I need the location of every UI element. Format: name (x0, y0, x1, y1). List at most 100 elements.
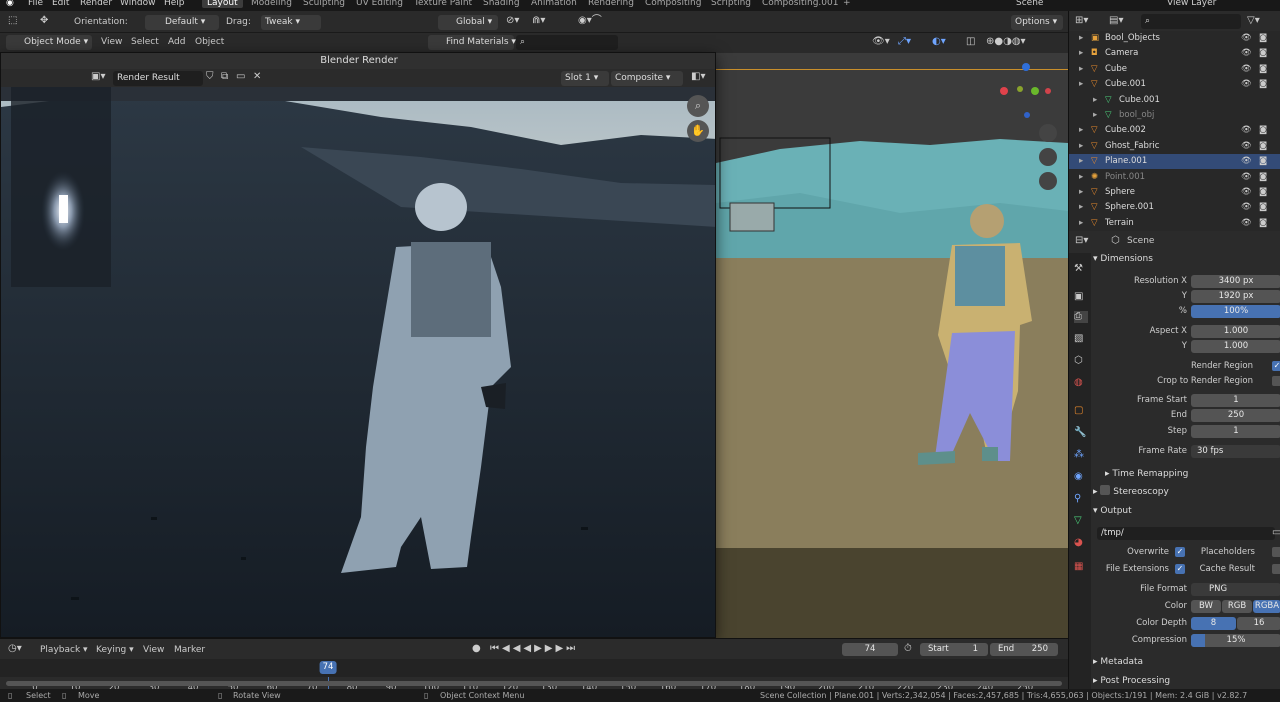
expand-toggle-icon[interactable]: ▸ (1079, 46, 1083, 61)
output-tab-icon[interactable]: ⎙ (1074, 311, 1088, 323)
pass-dropdown[interactable]: Composite ▾ (611, 71, 683, 86)
expand-toggle-icon[interactable]: ▸ (1079, 139, 1083, 154)
record-icon[interactable]: ● (472, 643, 481, 655)
visibility-eye-icon[interactable]: 👁 (1241, 139, 1252, 154)
workspace-tab-rendering[interactable]: Rendering (588, 0, 634, 8)
transform-orientation-dropdown[interactable]: Global ▾ (438, 15, 498, 30)
slot-dropdown[interactable]: Slot 1 ▾ (561, 71, 609, 86)
scene-tab-icon[interactable]: ⬡ (1074, 355, 1083, 367)
image-name-field[interactable]: Render Result (113, 71, 203, 86)
proportional-edit-icon[interactable]: ◉▾⌒ (578, 15, 602, 27)
timeline-menu-view[interactable]: View (143, 645, 164, 655)
render-visibility-icon[interactable]: ◙ (1259, 123, 1267, 138)
constraints-tab-icon[interactable]: ⚲ (1074, 493, 1081, 505)
visibility-eye-icon[interactable]: 👁 (1241, 62, 1252, 77)
expand-toggle-icon[interactable]: ▸ (1079, 62, 1083, 77)
outliner-row[interactable]: ▸ ▽ Cube.001 (1069, 93, 1280, 108)
visibility-eye-icon[interactable]: 👁 (1241, 154, 1252, 169)
render-image[interactable]: ⌕ ✋ (1, 87, 715, 637)
options-dropdown[interactable]: Options ▾ (1011, 15, 1063, 30)
timeline-menu-marker[interactable]: Marker (174, 645, 205, 655)
properties-editor-type-icon[interactable]: ⊟▾ (1075, 235, 1088, 247)
workspace-tab-texture-paint[interactable]: Texture Paint (414, 0, 472, 8)
frame-ruler[interactable]: 0 10 20 30 40 50 60 70 74 80 90 100 110 … (0, 659, 1068, 693)
workspace-tab-sculpting[interactable]: Sculpting (303, 0, 345, 8)
pivot-point-icon[interactable]: ⊘▾ (506, 15, 519, 27)
visibility-eye-icon[interactable]: 👁 (1241, 31, 1252, 46)
cache-result-checkbox[interactable] (1272, 564, 1280, 574)
visibility-eye-icon[interactable]: 👁 (1241, 46, 1252, 61)
stereoscopy-checkbox[interactable] (1100, 485, 1111, 495)
material-tab-icon[interactable]: ◕ (1074, 537, 1083, 549)
overlay-toggle-icon[interactable]: ◐▾ (932, 36, 946, 48)
view-object-types-icon[interactable]: 👁▾ (872, 36, 890, 48)
expand-toggle-icon[interactable]: ▸ (1093, 108, 1097, 123)
menu-view[interactable]: View (101, 37, 122, 47)
placeholders-checkbox[interactable] (1272, 547, 1280, 557)
outliner-search-input[interactable]: ⌕ (1141, 14, 1241, 29)
outliner-row[interactable]: ▸ ▽ Sphere 👁 ◙ (1069, 185, 1280, 200)
mode-dropdown[interactable]: Object Mode ▾ (6, 35, 92, 50)
visibility-eye-icon[interactable]: 👁 (1241, 185, 1252, 200)
metadata-panel-header[interactable]: ▸ Metadata (1093, 654, 1280, 670)
menu-edit[interactable]: Edit (52, 0, 69, 8)
render-visibility-icon[interactable]: ◙ (1259, 46, 1267, 61)
visibility-eye-icon[interactable]: 👁 (1241, 200, 1252, 215)
render-visibility-icon[interactable]: ◙ (1259, 139, 1267, 154)
data-tab-icon[interactable]: ▽ (1074, 515, 1082, 527)
outliner-row[interactable]: ▸ ▽ Plane.001 👁 ◙ (1069, 154, 1280, 170)
visibility-eye-icon[interactable]: 👁 (1241, 123, 1252, 138)
frame-rate-dropdown[interactable]: 30 fps (1191, 445, 1280, 458)
resolution-percent-slider[interactable]: 100% (1191, 305, 1280, 318)
workspace-tab-modeling[interactable]: Modeling (251, 0, 292, 8)
image-editor-type-icon[interactable]: ▣▾ (91, 71, 105, 83)
add-workspace-icon[interactable]: + (843, 0, 851, 8)
timeline-scrollbar[interactable] (6, 681, 1062, 686)
render-visibility-icon[interactable]: ◙ (1259, 170, 1267, 185)
expand-toggle-icon[interactable]: ▸ (1079, 170, 1083, 185)
expand-toggle-icon[interactable]: ▸ (1079, 185, 1083, 200)
workspace-tab-scripting[interactable]: Scripting (711, 0, 751, 8)
world-tab-icon[interactable]: ◍ (1074, 377, 1083, 389)
output-path-field[interactable]: /tmp/ (1097, 527, 1275, 540)
outliner-row[interactable]: ▸ ▽ Cube.001 👁 ◙ (1069, 77, 1280, 92)
xray-icon[interactable]: ◫ (966, 36, 975, 48)
outliner-row[interactable]: ▸ ▣ Bool_Objects 👁 ◙ (1069, 31, 1280, 46)
expand-toggle-icon[interactable]: ▸ (1079, 31, 1083, 46)
workspace-tab-uv-editing[interactable]: UV Editing (356, 0, 403, 8)
texture-tab-icon[interactable]: ▦ (1074, 561, 1083, 573)
visibility-eye-icon[interactable]: 👁 (1241, 77, 1252, 92)
find-materials-dropdown[interactable]: Find Materials ▾ (428, 35, 516, 50)
workspace-tab-compositing[interactable]: Compositing (645, 0, 701, 8)
timeline-menu-keying[interactable]: Keying ▾ (96, 645, 134, 655)
file-extensions-checkbox[interactable]: ✓ (1175, 564, 1185, 574)
pan-view-icon[interactable]: ✋ (687, 120, 709, 142)
render-visibility-icon[interactable]: ◙ (1259, 31, 1267, 46)
drag-dropdown[interactable]: Tweak ▾ (261, 15, 321, 30)
crop-region-checkbox[interactable] (1272, 376, 1280, 386)
frame-step-field[interactable]: 1 (1191, 425, 1280, 438)
snap-icon[interactable]: ⋒▾ (532, 15, 545, 27)
view-layer-tab-icon[interactable]: ▧ (1074, 333, 1083, 345)
menu-object[interactable]: Object (195, 37, 224, 47)
expand-toggle-icon[interactable]: ▸ (1079, 77, 1083, 92)
outliner-row[interactable]: ▸ ✺ Point.001 👁 ◙ (1069, 170, 1280, 185)
expand-toggle-icon[interactable]: ▸ (1079, 123, 1083, 138)
outliner-row[interactable]: ▸ ▽ Cube.002 👁 ◙ (1069, 123, 1280, 138)
transform-gizmo-icon[interactable]: ✥ (40, 15, 48, 27)
orientation-dropdown[interactable]: Default ▾ (145, 15, 219, 30)
render-visibility-icon[interactable]: ◙ (1259, 77, 1267, 92)
color-rgb-button[interactable]: RGB (1222, 600, 1252, 613)
open-image-folder-icon[interactable]: ▭ (236, 71, 245, 83)
object-tab-icon[interactable]: ▢ (1074, 405, 1083, 417)
resolution-y-field[interactable]: 1920 px (1191, 290, 1280, 303)
render-visibility-icon[interactable]: ◙ (1259, 200, 1267, 215)
view-layer-selector[interactable]: View Layer (1167, 0, 1216, 8)
browse-folder-icon[interactable]: ▭ (1272, 527, 1280, 539)
color-depth-8-button[interactable]: 8 (1191, 617, 1236, 630)
zoom-view-icon[interactable]: ⌕ (687, 95, 709, 117)
start-frame-field[interactable]: Start 1 (920, 643, 988, 656)
workspace-tab-animation[interactable]: Animation (531, 0, 577, 8)
render-visibility-icon[interactable]: ◙ (1259, 154, 1267, 169)
current-frame-field[interactable]: 74 (842, 643, 898, 656)
